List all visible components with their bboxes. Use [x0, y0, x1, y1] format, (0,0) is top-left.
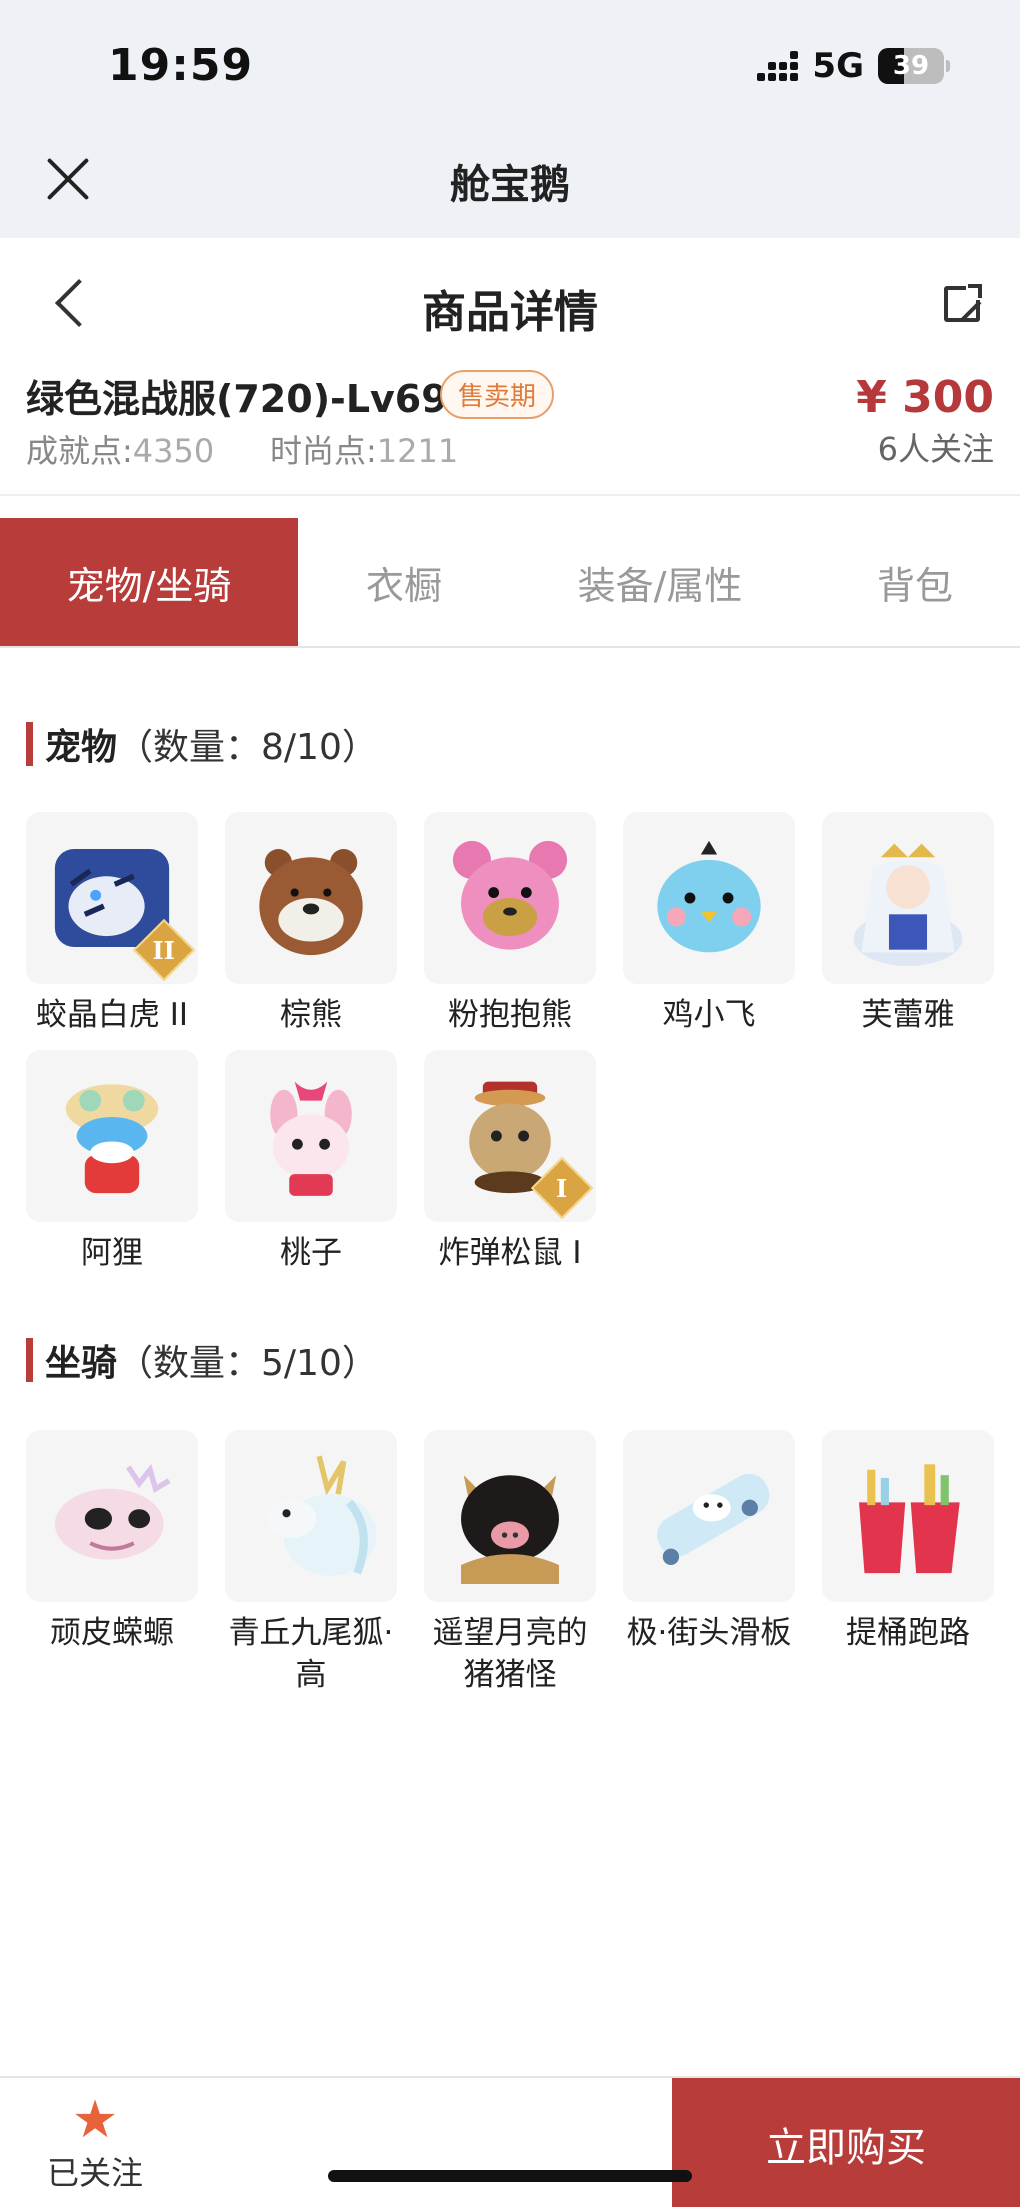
item-label: 芙蕾雅 — [861, 997, 955, 1033]
mount-item[interactable]: 顽皮蝾螈 — [26, 1430, 198, 1654]
pet-item[interactable]: 棕熊 — [225, 812, 397, 1036]
pet-item[interactable]: II 蛟晶白虎 II — [26, 812, 198, 1036]
pet-item[interactable]: I 炸弹松鼠 I — [424, 1050, 596, 1274]
mount-item[interactable]: 提桶跑路 — [822, 1430, 994, 1654]
item-label: 极·街头滑板 — [626, 1615, 792, 1651]
status-time: 19:59 — [108, 40, 254, 91]
follow-label: 已关注 — [46, 2154, 143, 2192]
axolotl-icon — [26, 1430, 198, 1602]
item-label: 阿狸 — [81, 1235, 143, 1271]
app-title: 舱宝鹅 — [450, 162, 570, 208]
pet-item[interactable]: 芙蕾雅 — [822, 812, 994, 1036]
home-indicator — [328, 2170, 692, 2182]
mounts-section-title: 坐骑 （数量：5/10） — [26, 1334, 378, 1386]
mount-item[interactable]: 青丘九尾狐·高 — [225, 1430, 397, 1696]
tab-wardrobe[interactable]: 衣橱 — [298, 518, 510, 646]
product-name: 绿色混战服(720)-Lv69 — [26, 377, 448, 421]
app-header: 19:59 5G 39 舱宝鹅 — [0, 0, 1020, 238]
item-label: 遥望月亮的猪猪怪 — [432, 1615, 588, 1693]
item-label: 炸弹松鼠 I — [438, 1235, 582, 1271]
item-label: 蛟晶白虎 II — [35, 997, 189, 1033]
status-indicators: 5G 39 — [757, 46, 950, 86]
bear-icon — [225, 812, 397, 984]
mount-item[interactable]: 遥望月亮的猪猪怪 — [424, 1430, 596, 1696]
pet-item[interactable]: 阿狸 — [26, 1050, 198, 1274]
bucket-icon — [822, 1430, 994, 1602]
follow-button[interactable]: ★ 已关注 — [40, 2092, 150, 2194]
mount-item[interactable]: 极·街头滑板 — [623, 1430, 795, 1654]
pig-icon — [424, 1430, 596, 1602]
item-label: 棕熊 — [280, 997, 342, 1033]
tab-bar: 宠物/坐骑 衣橱 装备/属性 背包 — [0, 518, 1020, 648]
nav-bar: 商品详情 — [0, 238, 1020, 368]
pets-section-title: 宠物 （数量：8/10） — [26, 718, 378, 770]
item-label: 粉抱抱熊 — [448, 997, 572, 1033]
share-icon[interactable] — [944, 282, 984, 322]
goddess-icon — [822, 812, 994, 984]
skateboard-icon — [623, 1430, 795, 1602]
chick-icon — [623, 812, 795, 984]
network-label: 5G — [812, 46, 864, 86]
signal-icon — [757, 51, 799, 81]
battery-icon: 39 — [878, 48, 944, 84]
tab-pets-mounts[interactable]: 宠物/坐骑 — [0, 518, 298, 646]
item-label: 桃子 — [280, 1235, 342, 1271]
buy-now-button[interactable]: 立即购买 — [672, 2078, 1020, 2207]
item-label: 青丘九尾狐·高 — [228, 1615, 394, 1693]
status-badge: 售卖期 — [440, 370, 555, 419]
product-info: 绿色混战服(720)-Lv69 售卖期 成就点:4350 时尚点:1211 ¥ … — [0, 368, 1020, 496]
bottom-action-bar: ★ 已关注 立即购买 — [0, 2076, 1020, 2207]
battery-label: 39 — [892, 51, 930, 81]
achievement-points: 成就点:4350 — [26, 432, 215, 470]
price: ¥ 300 — [856, 372, 994, 423]
page-title: 商品详情 — [422, 287, 598, 338]
item-label: 提桶跑路 — [846, 1615, 970, 1651]
pet-item[interactable]: 鸡小飞 — [623, 812, 795, 1036]
fox-icon — [225, 1430, 397, 1602]
fashion-points: 时尚点:1211 — [270, 432, 459, 470]
follower-count: 6人关注 — [877, 430, 994, 468]
pet-item[interactable]: 粉抱抱熊 — [424, 812, 596, 1036]
item-label: 顽皮蝾螈 — [50, 1615, 174, 1651]
tab-equipment[interactable]: 装备/属性 — [510, 518, 810, 646]
pink-bear-icon — [424, 812, 596, 984]
tiger-icon: II — [26, 812, 198, 984]
tab-backpack[interactable]: 背包 — [810, 518, 1020, 646]
squirrel-icon: I — [424, 1050, 596, 1222]
pet-item[interactable]: 桃子 — [225, 1050, 397, 1274]
star-icon: ★ — [71, 2090, 119, 2150]
lion-doll-icon — [26, 1050, 198, 1222]
item-label: 鸡小飞 — [662, 997, 756, 1033]
bunny-icon — [225, 1050, 397, 1222]
